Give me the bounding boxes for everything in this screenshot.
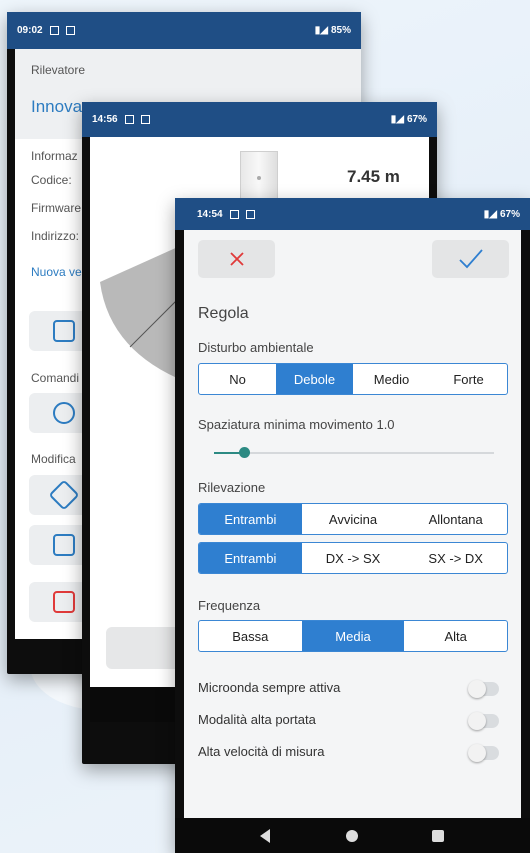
close-box-icon <box>53 591 75 613</box>
battery-level: 85% <box>330 25 351 36</box>
frequenza-option-bassa[interactable]: Bassa <box>199 621 302 651</box>
walking-person-icon <box>53 402 75 424</box>
codice-label: Codice: <box>31 173 72 187</box>
nav-bar <box>175 818 530 853</box>
status-time: 14:54 <box>197 208 223 220</box>
cancel-button[interactable] <box>198 240 275 278</box>
check-icon <box>458 249 483 269</box>
direction-option-avvicina[interactable]: Avvicina <box>302 504 405 534</box>
back-icon[interactable] <box>260 829 270 843</box>
status-time: 14:56 <box>92 114 118 125</box>
frequenza-selector: Bassa Media Alta <box>198 620 508 652</box>
frequenza-option-alta[interactable]: Alta <box>404 621 507 651</box>
signal-icon: ▮◢ <box>314 25 328 36</box>
disturbo-option-no[interactable]: No <box>199 364 276 394</box>
device-title: Innova <box>31 97 83 116</box>
direction-option-allontana[interactable]: Allontana <box>404 504 507 534</box>
frequenza-label: Frequenza <box>198 598 261 613</box>
notification-icon <box>65 26 75 35</box>
side-option-entrambi[interactable]: Entrambi <box>199 543 302 573</box>
toggle-label-microonda: Microonda sempre attiva <box>198 680 341 695</box>
notification-icon <box>245 209 255 219</box>
rilevazione-direction-selector: Entrambi Avvicina Allontana <box>198 503 508 535</box>
frequenza-option-media[interactable]: Media <box>301 621 405 651</box>
close-icon <box>229 252 244 266</box>
home-icon[interactable] <box>346 830 358 842</box>
diamond-icon <box>48 479 80 511</box>
distance-value: 7.45 m <box>347 167 400 186</box>
battery-level: 67% <box>406 114 427 125</box>
notification-icon <box>229 209 239 219</box>
signal-icon: ▮◢ <box>390 114 404 125</box>
toggle-alta-velocita[interactable] <box>468 744 499 762</box>
info-label: Informaz <box>31 149 78 163</box>
spaziatura-slider-track[interactable] <box>214 452 494 454</box>
side-option-dx-sx[interactable]: DX -> SX <box>302 543 405 573</box>
side-option-sx-dx[interactable]: SX -> DX <box>404 543 507 573</box>
disturbo-selector: No Debole Medio Forte <box>198 363 508 395</box>
notification-icon <box>124 115 134 124</box>
toggle-label-alta-portata: Modalità alta portata <box>198 712 316 727</box>
rilevazione-label: Rilevazione <box>198 480 266 495</box>
status-bar: 14:54 ▮◢ 67% <box>175 198 530 230</box>
toggle-label-alta-velocita: Alta velocità di misura <box>198 744 325 759</box>
status-time: 09:02 <box>17 25 43 36</box>
comandi-label: Comandi <box>31 371 80 385</box>
indirizzo-label: Indirizzo: <box>31 229 80 243</box>
bottom-button[interactable] <box>106 627 186 669</box>
disturbo-label: Disturbo ambientale <box>198 340 314 355</box>
rilevazione-side-selector: Entrambi DX -> SX SX -> DX <box>198 542 508 574</box>
label-rilevatore: Rilevatore <box>31 63 86 77</box>
download-icon <box>53 320 75 342</box>
battery-level: 67% <box>499 208 520 220</box>
spaziatura-label: Spaziatura minima movimento 1.0 <box>198 417 395 432</box>
status-bar: 09:02 ▮◢ 85% <box>7 12 361 49</box>
disturbo-option-medio[interactable]: Medio <box>353 364 430 394</box>
disturbo-option-forte[interactable]: Forte <box>430 364 507 394</box>
notification-icon <box>140 115 150 124</box>
confirm-button[interactable] <box>432 240 509 278</box>
toggle-microonda[interactable] <box>468 680 499 698</box>
toggle-alta-portata[interactable] <box>468 712 499 730</box>
direction-option-entrambi[interactable]: Entrambi <box>199 504 302 534</box>
new-version-link[interactable]: Nuova ve <box>31 265 82 279</box>
notification-icon <box>49 26 59 35</box>
phone-front: 14:54 ▮◢ 67% Regola Disturbo ambientale … <box>175 198 530 853</box>
modifica-label: Modifica <box>31 452 76 466</box>
status-bar: 14:56 ▮◢ 67% <box>82 102 437 137</box>
regola-screen: Regola Disturbo ambientale No Debole Med… <box>184 230 521 818</box>
spaziatura-slider-thumb[interactable] <box>239 447 250 458</box>
recent-apps-icon[interactable] <box>432 830 444 842</box>
page-title: Regola <box>198 305 249 322</box>
signal-icon: ▮◢ <box>483 208 497 220</box>
disturbo-option-debole[interactable]: Debole <box>276 364 353 394</box>
toggles-icon <box>53 534 75 556</box>
firmware-label: Firmware <box>31 201 81 215</box>
